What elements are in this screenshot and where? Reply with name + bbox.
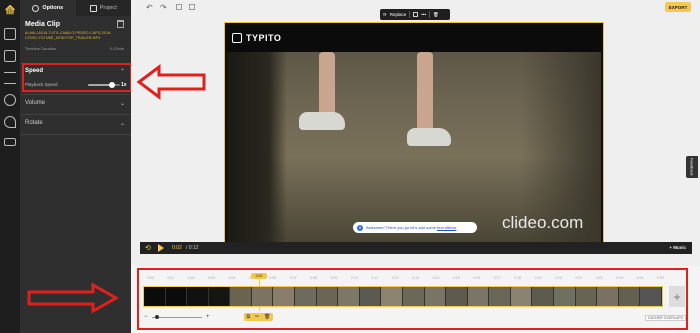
panel-tabs: Options Project — [20, 0, 131, 16]
play-icon[interactable] — [158, 244, 164, 252]
copy-icon[interactable] — [176, 4, 182, 10]
loop-icon[interactable]: ⟲ — [145, 244, 151, 252]
divider — [20, 94, 131, 95]
rotate-section-title[interactable]: Rotate — [25, 120, 43, 126]
delete-icon[interactable]: 🗑 — [433, 12, 439, 18]
feedback-tab[interactable]: Feedback — [686, 156, 698, 178]
chevron-down-icon[interactable]: ⌄ — [120, 100, 125, 107]
clip-title: Media Clip — [25, 21, 61, 28]
toolbar-divider — [429, 11, 431, 18]
clip-filename: ALMA-16X16-TUTS-CAMILO-PEDRO-CAPO-2019-C… — [25, 31, 112, 40]
video-shadow-left — [227, 52, 287, 242]
divider — [20, 114, 131, 115]
brand-bar — [227, 27, 601, 52]
elements-icon[interactable] — [4, 94, 16, 106]
undo-icon[interactable]: ↶ — [146, 3, 153, 12]
add-music-button[interactable]: + Music — [669, 245, 686, 250]
icon-rail: ⟰ — [0, 0, 20, 333]
player-bar: ⟲ 0:02 / 0:12 + Music — [140, 242, 692, 254]
crop-icon[interactable] — [413, 12, 419, 17]
video-leg-left — [319, 52, 335, 120]
toast-text-wrap: Awesome! There you go let's add some tex… — [366, 225, 456, 230]
clip-toolbar: ⟳ Replace ••• 🗑 — [380, 9, 450, 20]
brand-name: TYPITO — [246, 33, 282, 43]
captions-icon[interactable] — [4, 138, 16, 146]
more-icon[interactable]: ••• — [421, 12, 426, 17]
typito-mark-icon — [232, 33, 242, 43]
brand-logo: TYPITO — [232, 33, 281, 43]
duration-value: 0:12min — [109, 46, 124, 51]
toast-link[interactable]: text effects — [437, 225, 456, 230]
video-leg-right — [417, 52, 433, 134]
watermark-text: clideo.com — [502, 213, 584, 232]
media-icon[interactable] — [4, 28, 16, 40]
close-icon[interactable]: ✕ — [357, 224, 363, 231]
replace-button[interactable]: Replace — [390, 12, 407, 17]
video-shoe-left — [299, 112, 345, 130]
text-icon[interactable] — [4, 72, 16, 84]
duration-label: Timeline Duration — [25, 46, 57, 51]
layout-icon[interactable] — [4, 50, 16, 62]
redo-icon[interactable]: ↷ — [160, 3, 167, 12]
chevron-down-icon[interactable]: ⌄ — [120, 120, 125, 127]
red-arrow-left-icon — [137, 64, 206, 100]
tab-options[interactable]: Options — [20, 0, 76, 16]
tab-project[interactable]: Project — [76, 0, 132, 16]
paste-icon[interactable] — [189, 4, 195, 10]
replace-icon[interactable]: ⟳ — [383, 12, 387, 18]
total-time: / 0:12 — [186, 245, 199, 251]
speed-highlight-box — [22, 63, 132, 92]
toast-text: Awesome! There you go let's add some — [366, 225, 436, 230]
current-time: 0:02 — [172, 245, 182, 251]
video-shoe-right — [407, 128, 451, 146]
timeline-highlight-box — [137, 268, 688, 330]
export-button[interactable]: EXPORT — [665, 2, 691, 12]
delete-clip-icon[interactable] — [117, 20, 124, 28]
volume-section-title[interactable]: Volume — [25, 100, 45, 106]
tab-project-label: Project — [99, 5, 117, 11]
tip-toast[interactable]: ✕ Awesome! There you go let's add some t… — [353, 222, 477, 233]
typito-logo-icon[interactable]: ⟰ — [3, 4, 17, 16]
red-arrow-right-icon — [27, 282, 119, 314]
toolbar-divider — [409, 11, 411, 18]
music-icon[interactable] — [4, 116, 16, 128]
divider — [20, 134, 131, 135]
gear-icon — [32, 4, 40, 12]
folder-icon — [89, 4, 97, 12]
tab-options-label: Options — [42, 5, 64, 11]
